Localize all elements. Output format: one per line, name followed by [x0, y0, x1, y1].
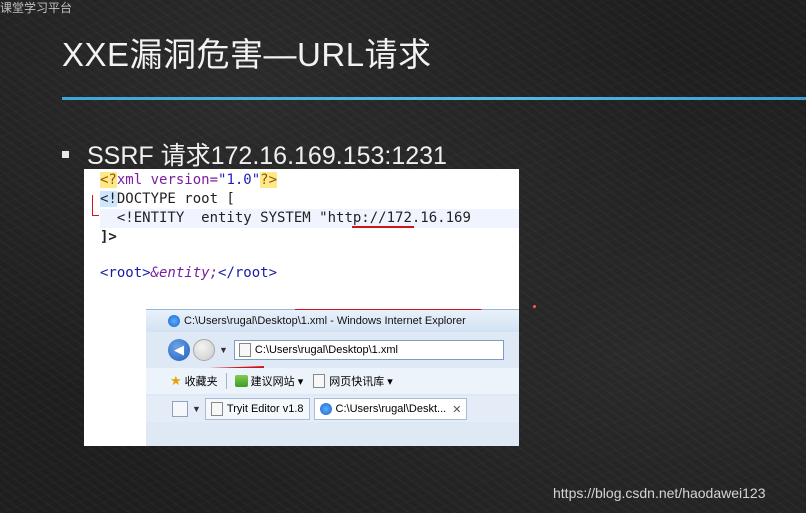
address-text: C:\Users\rugal\Desktop\1.xml: [254, 344, 398, 356]
bullet-item: SSRF 请求172.16.169.153:1231: [62, 136, 447, 172]
address-bar[interactable]: C:\Users\rugal\Desktop\1.xml: [233, 340, 504, 360]
tab-list-dropdown-icon[interactable]: ▼: [192, 404, 201, 414]
code-line-5: <root>&entity;</root>: [100, 264, 277, 283]
quick-tabs-icon[interactable]: [172, 401, 188, 417]
tab-row: ▼ Tryit Editor v1.8 C:\Users\rugal\Deskt…: [146, 396, 519, 422]
entity-url: "http://172.16.169: [319, 210, 471, 226]
doctype-open: <!: [100, 191, 117, 207]
fold-marker: [92, 195, 99, 216]
pi-close: ?>: [260, 172, 278, 188]
tab-ie-icon: [319, 403, 332, 415]
tab-current-file[interactable]: C:\Users\rugal\Deskt... ✕: [313, 398, 468, 420]
embedded-screenshot: <?xml version="1.0"?> <!DOCTYPE root [ <…: [84, 169, 519, 446]
pi-attr: version=: [142, 172, 219, 188]
ie-window-title: C:\Users\rugal\Desktop\1.xml - Windows I…: [184, 315, 466, 327]
pi-value: "1.0": [218, 172, 261, 188]
slide-title: XXE漏洞危害—URL请求: [62, 36, 432, 73]
ie-titlebar: C:\Users\rugal\Desktop\1.xml - Windows I…: [146, 310, 519, 332]
ie-address-row: ◀ ▼ C:\Users\rugal\Desktop\1.xml: [146, 334, 519, 366]
favorites-button[interactable]: 收藏夹: [185, 373, 218, 389]
code-line-1: <?xml version="1.0"?>: [100, 171, 278, 190]
code-line-2: <!DOCTYPE root [: [100, 190, 235, 209]
url-red-underline: [352, 226, 414, 228]
corner-logo: 课堂学习平台: [0, 1, 73, 15]
red-dot: [533, 305, 536, 308]
forward-button[interactable]: [193, 339, 215, 361]
entity-ref: &entity;: [150, 265, 219, 281]
history-dropdown-icon[interactable]: ▼: [219, 345, 228, 355]
tab-tryit-editor[interactable]: Tryit Editor v1.8: [204, 398, 310, 420]
close-icon[interactable]: ✕: [452, 403, 461, 416]
entity-decl: <!ENTITY entity SYSTEM: [100, 210, 320, 226]
bullet-text: SSRF 请求172.16.169.153:1231: [87, 142, 447, 170]
code-line-3: <!ENTITY entity SYSTEM "http://172.16.16…: [100, 209, 519, 228]
favorites-bar: ★ 收藏夹 建议网站 ▾ 网页快讯库 ▾: [146, 368, 519, 394]
web-slice-icon: [313, 374, 326, 388]
title-divider: [62, 97, 806, 100]
root-open-tag: <root>: [100, 265, 151, 281]
pi-open: <?: [100, 172, 117, 188]
favorites-star-icon[interactable]: ★: [170, 373, 182, 389]
tab-page-icon: [210, 402, 223, 416]
ie-logo-icon: [168, 315, 180, 327]
bullet-square-icon: [62, 150, 69, 158]
back-arrow-icon[interactable]: ◀: [168, 339, 190, 361]
suggested-sites-icon: [234, 375, 248, 387]
web-slices-link[interactable]: 网页快讯库 ▾: [329, 373, 393, 389]
tab-label: C:\Users\rugal\Deskt...: [335, 403, 447, 415]
page-icon: [238, 343, 251, 357]
pi-name: xml: [116, 172, 143, 188]
tab-label: Tryit Editor v1.8: [226, 403, 304, 415]
root-close-tag: </root>: [218, 265, 278, 281]
suggested-sites-link[interactable]: 建议网站 ▾: [251, 373, 304, 389]
separator: [225, 373, 227, 389]
watermark: https://blog.csdn.net/haodawei123: [553, 485, 766, 501]
code-line-4: ]>: [100, 229, 117, 245]
doctype-text: DOCTYPE root [: [116, 191, 235, 207]
ie-window: C:\Users\rugal\Desktop\1.xml - Windows I…: [146, 309, 519, 446]
